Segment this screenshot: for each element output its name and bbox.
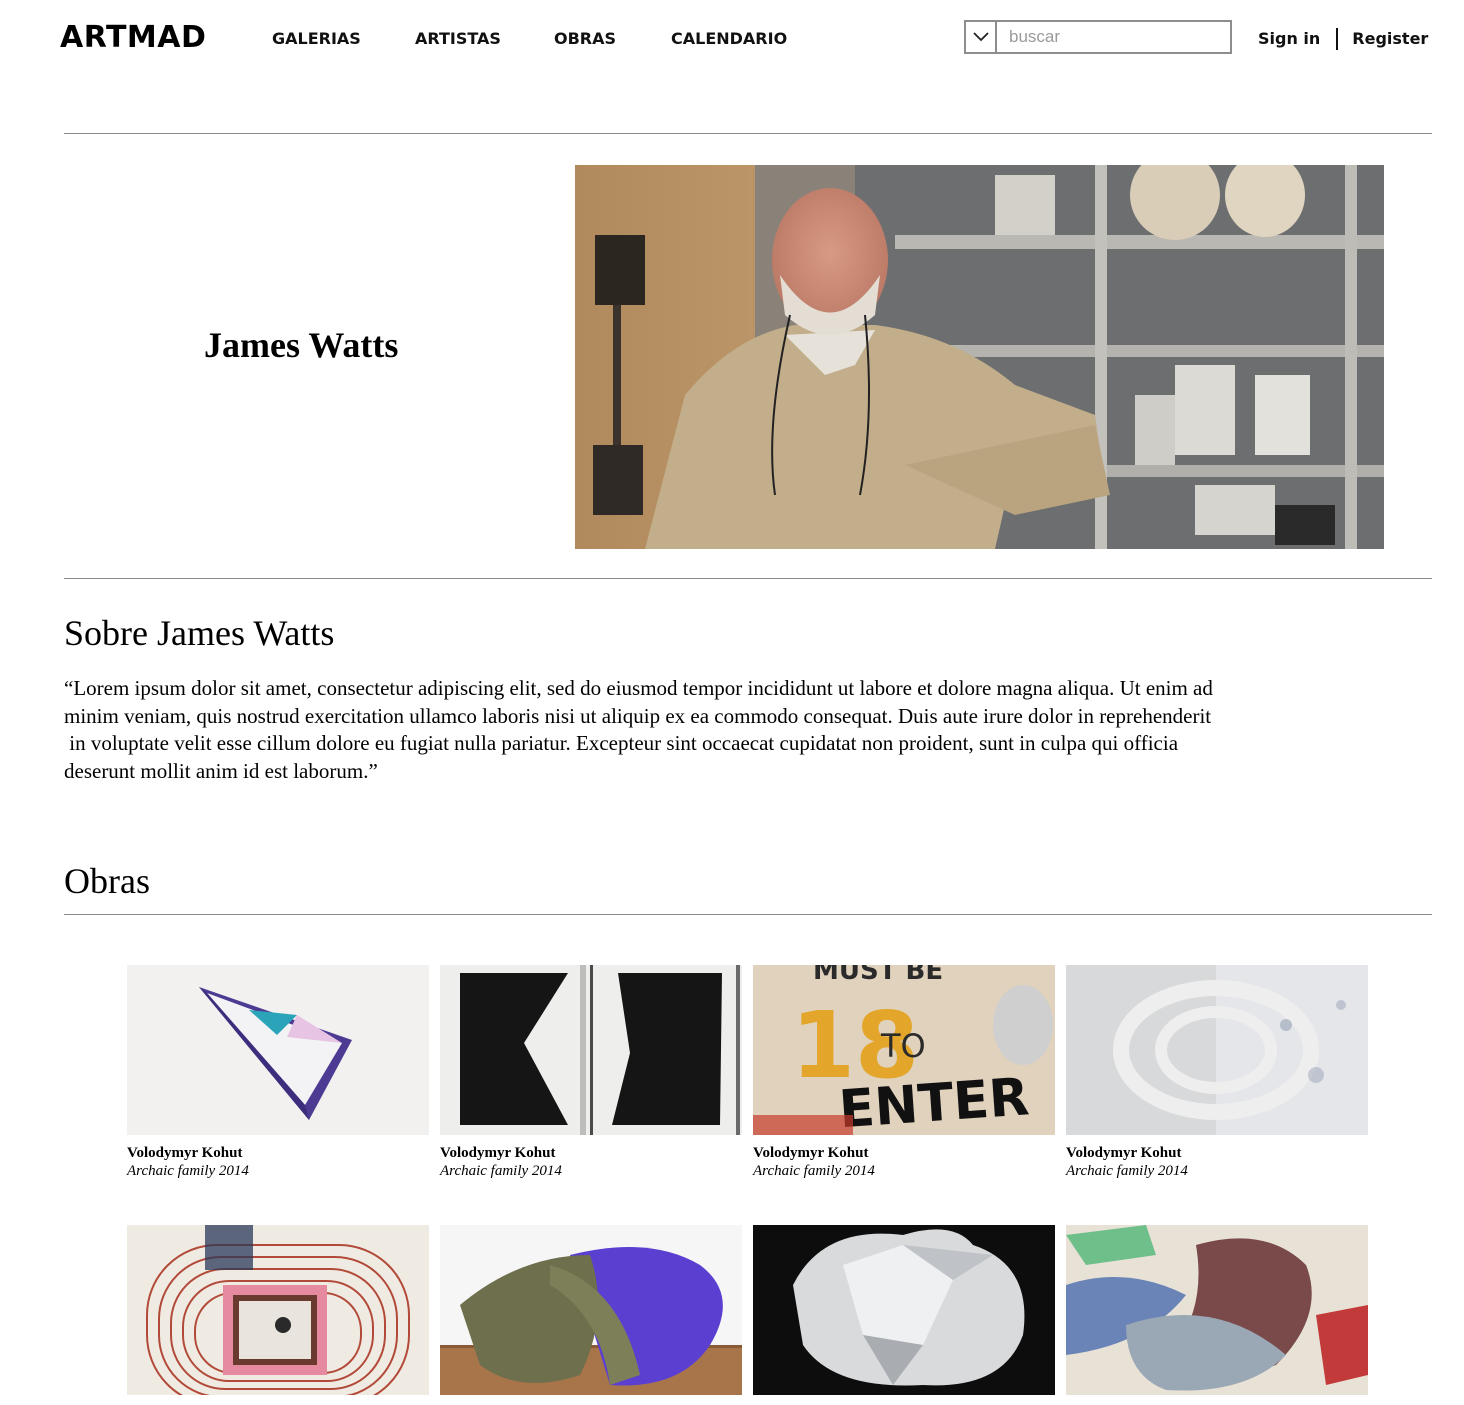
- search-box: [964, 20, 1232, 54]
- artwork-artist: Volodymyr Kohut: [440, 1145, 556, 1161]
- artmad-logo[interactable]: ARTMAD: [60, 22, 206, 54]
- nav-calendario[interactable]: CALENDARIO: [671, 28, 787, 50]
- artist-portrait: [575, 165, 1384, 549]
- artwork-card[interactable]: [440, 1225, 742, 1395]
- divider: [64, 133, 1432, 134]
- artwork-image[interactable]: [440, 965, 742, 1135]
- artwork-image[interactable]: MUST BE 18 TO ENTER: [753, 965, 1055, 1135]
- artwork-image[interactable]: [127, 965, 429, 1135]
- artwork-image[interactable]: [440, 1225, 742, 1395]
- nav-obras[interactable]: OBRAS: [554, 28, 616, 50]
- divider: [64, 914, 1432, 915]
- artwork-card[interactable]: Volodymyr Kohut Archaic family 2014: [440, 965, 742, 1180]
- artwork-card[interactable]: Volodymyr Kohut Archaic family 2014: [127, 965, 429, 1180]
- about-title: Sobre James Watts: [64, 613, 335, 653]
- artist-name: James Watts: [204, 325, 399, 365]
- about-line: minim veniam, quis nostrud exercitation …: [64, 703, 1212, 728]
- artwork-image-text: TO: [880, 1027, 926, 1065]
- artwork-title: Archaic family 2014: [753, 1163, 875, 1179]
- nav-galerias[interactable]: GALERIAS: [272, 28, 361, 50]
- about-line: in voluptate velit esse cillum dolore eu…: [64, 731, 1179, 755]
- auth-divider: [1336, 28, 1339, 50]
- nav-artistas[interactable]: ARTISTAS: [415, 28, 501, 50]
- artwork-image[interactable]: [753, 1225, 1055, 1395]
- about-line: deserunt mollit anim id est laborum.”: [64, 758, 378, 783]
- artwork-artist: Volodymyr Kohut: [1066, 1145, 1182, 1161]
- sign-in-link[interactable]: Sign in: [1258, 28, 1320, 50]
- artwork-card[interactable]: [1066, 1225, 1368, 1395]
- register-link[interactable]: Register: [1352, 28, 1428, 50]
- works-title: Obras: [64, 861, 150, 901]
- artwork-card[interactable]: MUST BE 18 TO ENTER Volodymyr Kohut Arch…: [753, 965, 1055, 1180]
- artwork-title: Archaic family 2014: [1066, 1163, 1188, 1179]
- search-dropdown-button[interactable]: [966, 22, 997, 52]
- auth-links: Sign in Register: [1258, 28, 1428, 50]
- artwork-title: Archaic family 2014: [127, 1163, 249, 1179]
- artwork-image[interactable]: [127, 1225, 429, 1395]
- artwork-card[interactable]: [127, 1225, 429, 1395]
- chevron-down-icon: [972, 32, 989, 42]
- artwork-image-text: MUST BE: [813, 965, 943, 986]
- artwork-image[interactable]: [1066, 1225, 1368, 1395]
- artwork-card[interactable]: [753, 1225, 1055, 1395]
- artwork-title: Archaic family 2014: [440, 1163, 562, 1179]
- artwork-artist: Volodymyr Kohut: [127, 1145, 243, 1161]
- divider: [64, 578, 1432, 579]
- artwork-artist: Volodymyr Kohut: [753, 1145, 869, 1161]
- artwork-card[interactable]: Volodymyr Kohut Archaic family 2014: [1066, 965, 1368, 1180]
- about-line: “Lorem ipsum dolor sit amet, consectetur…: [64, 676, 1213, 700]
- artwork-image[interactable]: [1066, 965, 1368, 1135]
- about-text: “Lorem ipsum dolor sit amet, consectetur…: [64, 675, 1374, 785]
- search-input[interactable]: [997, 22, 1230, 52]
